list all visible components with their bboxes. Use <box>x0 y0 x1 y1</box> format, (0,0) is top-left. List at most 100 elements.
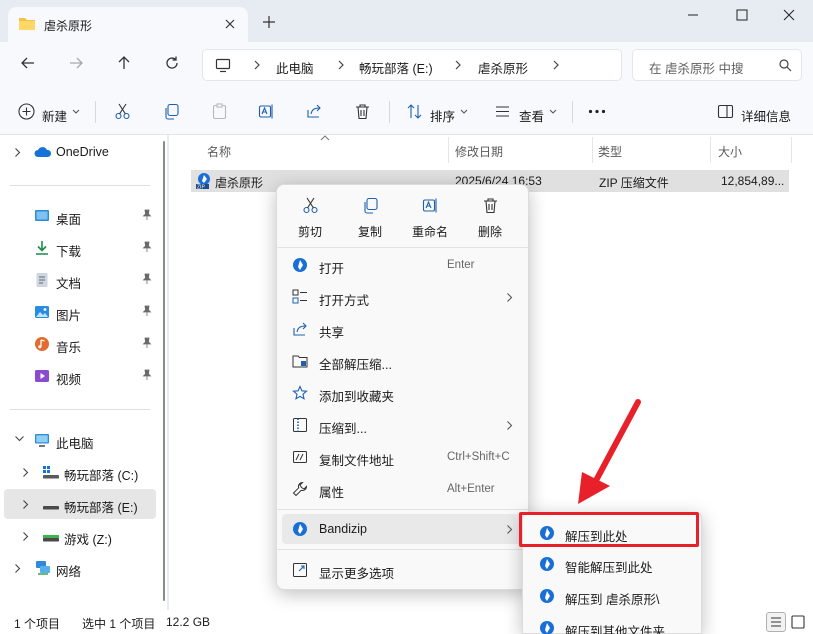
menu-item-extract-all[interactable]: 全部解压缩... <box>282 346 524 376</box>
menu-label: 共享 <box>319 326 345 340</box>
copy-label: 复制 <box>357 225 382 239</box>
menu-item-share[interactable]: 共享 <box>282 314 524 344</box>
close-tab-icon[interactable] <box>224 18 236 30</box>
nav-item-pictures[interactable]: 图片 <box>4 297 156 327</box>
chevron-right-icon <box>253 59 261 71</box>
search-box[interactable]: 在 虐杀原形 中搜 <box>632 49 802 81</box>
column-header-size[interactable]: 大小 <box>718 143 742 160</box>
chevron-right-icon <box>454 59 462 71</box>
sort-icon[interactable] <box>406 103 423 120</box>
menu-label: 压缩到... <box>319 422 367 436</box>
more-options-icon[interactable] <box>588 109 606 114</box>
window-close-icon[interactable] <box>782 8 802 24</box>
menu-item-bandizip[interactable]: Bandizip <box>282 514 524 544</box>
column-header-date[interactable]: 修改日期 <box>455 143 503 160</box>
back-icon[interactable] <box>20 55 36 71</box>
menu-item-open-with[interactable]: 打开方式 <box>282 282 524 312</box>
column-header-type[interactable]: 类型 <box>598 143 622 160</box>
rename-label: 重命名 <box>411 225 448 239</box>
nav-item-videos[interactable]: 视频 <box>4 361 156 391</box>
column-header-name[interactable]: 名称 <box>207 143 231 160</box>
new-plus-icon[interactable] <box>18 103 35 120</box>
menu-label: 显示更多选项 <box>319 567 395 581</box>
drive-icon <box>42 496 60 512</box>
nav-scrollbar[interactable] <box>163 135 167 610</box>
view-button[interactable]: 查看 <box>519 106 544 125</box>
menu-item-open[interactable]: 打开 Enter <box>282 250 524 280</box>
cut-button[interactable]: 剪切 <box>282 197 338 241</box>
menu-item-properties[interactable]: 属性 Alt+Enter <box>282 474 524 504</box>
zip-file-icon: ZIP <box>195 172 213 190</box>
new-button[interactable]: 新建 <box>42 106 67 125</box>
copy-icon[interactable] <box>163 103 180 120</box>
share-icon[interactable] <box>306 103 323 120</box>
chevron-right-icon[interactable] <box>22 499 29 510</box>
menu-item-copy-path[interactable]: 复制文件地址 Ctrl+Shift+C <box>282 442 524 472</box>
menu-item-compress[interactable]: 压缩到... <box>282 410 524 440</box>
rename-icon <box>422 197 439 214</box>
nav-item-this-pc[interactable]: 此电脑 <box>4 425 156 455</box>
submenu-label: 智能解压到此处 <box>565 561 653 575</box>
chevron-right-icon[interactable] <box>22 531 29 542</box>
details-button[interactable]: 详细信息 <box>741 106 791 125</box>
menu-item-show-more[interactable]: 显示更多选项 <box>282 555 524 585</box>
bandizip-icon <box>539 556 555 572</box>
nav-item-network[interactable]: 网络 <box>4 553 156 583</box>
rename-icon[interactable] <box>258 103 275 120</box>
address-row: 此电脑 畅玩部落 (E:) 虐杀原形 在 虐杀原形 中搜 <box>0 42 813 87</box>
navigation-pane: OneDrive 桌面 下载 文档 图片 音乐 视频 此电脑 畅玩部落 (C:)… <box>0 135 163 610</box>
pin-icon <box>142 209 152 221</box>
view-icon[interactable] <box>494 103 511 120</box>
pin-icon <box>142 337 152 349</box>
folder-icon <box>18 16 36 31</box>
menu-item-add-favorites[interactable]: 添加到收藏夹 <box>282 378 524 408</box>
maximize-icon[interactable] <box>735 8 755 24</box>
sort-button[interactable]: 排序 <box>430 106 455 125</box>
copy-button[interactable]: 复制 <box>342 197 398 241</box>
open-icon <box>292 257 308 273</box>
submenu-item-smart-extract[interactable]: 智能解压到此处 <box>527 549 699 579</box>
show-more-icon <box>292 562 308 578</box>
chevron-down-icon[interactable] <box>14 435 25 443</box>
submenu-item-extract-other[interactable]: 解压到其他文件夹... <box>527 613 699 634</box>
forward-icon[interactable] <box>68 55 84 71</box>
paste-icon[interactable] <box>211 103 228 120</box>
chevron-right-icon[interactable] <box>14 147 21 158</box>
cut-icon[interactable] <box>114 103 131 120</box>
menu-label: 属性 <box>319 486 345 500</box>
network-icon <box>34 560 52 576</box>
nav-item-drive-z[interactable]: 游戏 (Z:) <box>4 521 156 551</box>
nav-item-drive-e[interactable]: 畅玩部落 (E:) <box>4 489 156 519</box>
nav-item-downloads[interactable]: 下载 <box>4 233 156 263</box>
details-view-icon[interactable] <box>766 612 786 632</box>
rename-button[interactable]: 重命名 <box>402 197 458 241</box>
pin-icon <box>142 305 152 317</box>
nav-item-music[interactable]: 音乐 <box>4 329 156 359</box>
details-pane-icon[interactable] <box>717 103 734 120</box>
pin-icon <box>142 369 152 381</box>
up-icon[interactable] <box>116 55 132 71</box>
delete-button[interactable]: 删除 <box>462 197 518 241</box>
nav-item-desktop[interactable]: 桌面 <box>4 201 156 231</box>
nav-label: 桌面 <box>56 213 82 227</box>
breadcrumb-folder[interactable]: 虐杀原形 <box>478 58 528 77</box>
nav-label: 下载 <box>56 245 82 259</box>
nav-item-documents[interactable]: 文档 <box>4 265 156 295</box>
chevron-right-icon[interactable] <box>22 467 29 478</box>
nav-item-onedrive[interactable]: OneDrive <box>4 137 156 167</box>
chevron-right-icon[interactable] <box>14 563 21 574</box>
address-bar[interactable]: 此电脑 畅玩部落 (E:) 虐杀原形 <box>202 49 622 81</box>
refresh-icon[interactable] <box>164 55 180 71</box>
new-tab-icon[interactable] <box>262 15 276 29</box>
breadcrumb-this-pc[interactable]: 此电脑 <box>276 58 314 77</box>
minimize-icon[interactable] <box>686 8 706 24</box>
bandizip-icon <box>539 588 555 604</box>
nav-item-drive-c[interactable]: 畅玩部落 (C:) <box>4 457 156 487</box>
tab-current[interactable]: 虐杀原形 <box>8 7 248 42</box>
delete-icon[interactable] <box>354 103 371 120</box>
wrench-icon <box>292 481 308 497</box>
breadcrumb-drive[interactable]: 畅玩部落 (E:) <box>359 58 433 77</box>
submenu-item-extract-to-folder[interactable]: 解压到 虐杀原形\ <box>527 581 699 611</box>
thumbnail-view-icon[interactable] <box>790 614 806 630</box>
search-icon <box>779 59 792 72</box>
